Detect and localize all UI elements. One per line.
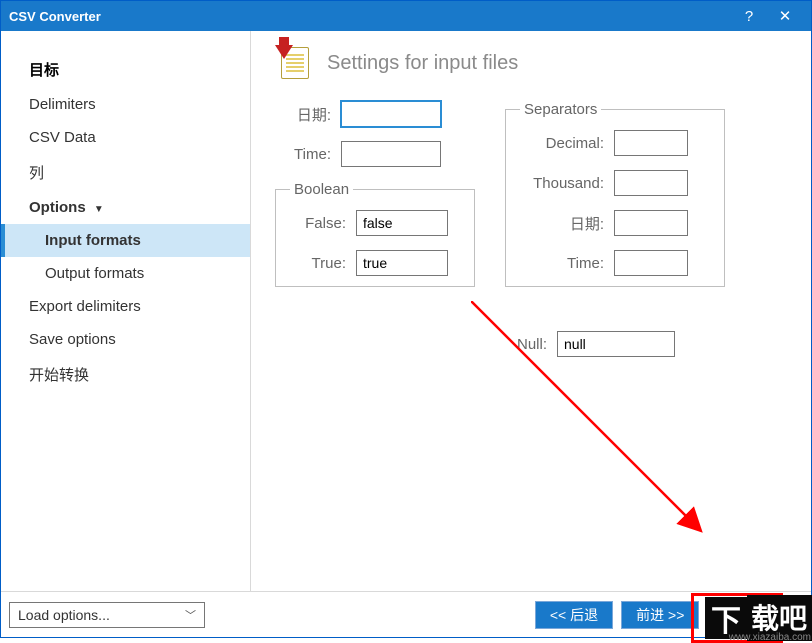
- sidebar-sub-output-formats[interactable]: Output formats: [1, 257, 250, 290]
- decimal-input[interactable]: [614, 130, 688, 156]
- sidebar-item-columns[interactable]: 列: [1, 154, 250, 191]
- window-title: CSV Converter: [9, 9, 731, 24]
- titlebar: CSV Converter ? ✕: [1, 1, 811, 31]
- time-format-input[interactable]: [341, 141, 441, 167]
- row-null: Null:: [505, 331, 725, 357]
- null-input[interactable]: [557, 331, 675, 357]
- panel-title: Settings for input files: [327, 52, 518, 75]
- sidebar-item-save-options[interactable]: Save options: [1, 323, 250, 356]
- sep-date-input[interactable]: [614, 210, 688, 236]
- null-label: Null:: [505, 336, 547, 353]
- sidebar-item-csv-data[interactable]: CSV Data: [1, 121, 250, 154]
- decimal-label: Decimal:: [520, 135, 604, 152]
- left-column: 日期: Time: Boolean False:: [275, 101, 475, 287]
- date-label: 日期:: [275, 104, 331, 125]
- separators-group: Separators Decimal: Thousand: 日期:: [505, 101, 725, 287]
- sidebar-item-options[interactable]: Options ▼: [1, 191, 250, 224]
- start-button[interactable]: START: [707, 601, 803, 629]
- row-date-format: 日期:: [275, 101, 475, 127]
- sidebar-sub-input-formats[interactable]: Input formats: [1, 224, 250, 257]
- true-input[interactable]: [356, 250, 448, 276]
- sidebar-item-export-delimiters[interactable]: Export delimiters: [1, 290, 250, 323]
- help-button[interactable]: ?: [731, 8, 767, 25]
- load-options-dropdown[interactable]: Load options... ﹀: [9, 602, 205, 628]
- app-window: CSV Converter ? ✕ 目标 Delimiters CSV Data…: [0, 0, 812, 638]
- sep-time-label: Time:: [520, 255, 604, 272]
- forward-button[interactable]: 前进 >>: [621, 601, 699, 629]
- panel-header: Settings for input files: [275, 45, 787, 81]
- body: 目标 Delimiters CSV Data 列 Options ▼ Input…: [1, 31, 811, 591]
- right-column: Separators Decimal: Thousand: 日期:: [505, 101, 725, 371]
- row-decimal: Decimal:: [520, 130, 710, 156]
- close-button[interactable]: ✕: [767, 7, 803, 25]
- chevron-down-icon: ﹀: [185, 607, 196, 623]
- row-sep-time: Time:: [520, 250, 710, 276]
- form-columns: 日期: Time: Boolean False:: [275, 101, 787, 371]
- row-true: True:: [290, 250, 460, 276]
- time-label: Time:: [275, 146, 331, 163]
- back-button[interactable]: << 后退: [535, 601, 613, 629]
- sidebar-item-start-convert[interactable]: 开始转换: [1, 356, 250, 393]
- footer: Load options... ﹀ << 后退 前进 >> START: [1, 591, 811, 637]
- thousand-input[interactable]: [614, 170, 688, 196]
- thousand-label: Thousand:: [520, 175, 604, 192]
- false-input[interactable]: [356, 210, 448, 236]
- sidebar-item-delimiters[interactable]: Delimiters: [1, 88, 250, 121]
- sidebar: 目标 Delimiters CSV Data 列 Options ▼ Input…: [1, 31, 251, 591]
- row-time-format: Time:: [275, 141, 475, 167]
- row-false: False:: [290, 210, 460, 236]
- main-panel: Settings for input files 日期: Time: Boole…: [251, 31, 811, 591]
- sidebar-item-label: Options: [29, 199, 86, 216]
- row-sep-date: 日期:: [520, 210, 710, 236]
- true-label: True:: [290, 255, 346, 272]
- sep-date-label: 日期:: [520, 213, 604, 234]
- caret-down-icon: ▼: [94, 204, 104, 215]
- date-format-input[interactable]: [341, 101, 441, 127]
- sep-time-input[interactable]: [614, 250, 688, 276]
- input-files-icon: [275, 45, 311, 81]
- separators-legend: Separators: [520, 101, 601, 118]
- false-label: False:: [290, 215, 346, 232]
- boolean-legend: Boolean: [290, 181, 353, 198]
- sidebar-item-target[interactable]: 目标: [1, 51, 250, 88]
- boolean-group: Boolean False: True:: [275, 181, 475, 287]
- load-options-label: Load options...: [18, 607, 110, 623]
- row-thousand: Thousand:: [520, 170, 710, 196]
